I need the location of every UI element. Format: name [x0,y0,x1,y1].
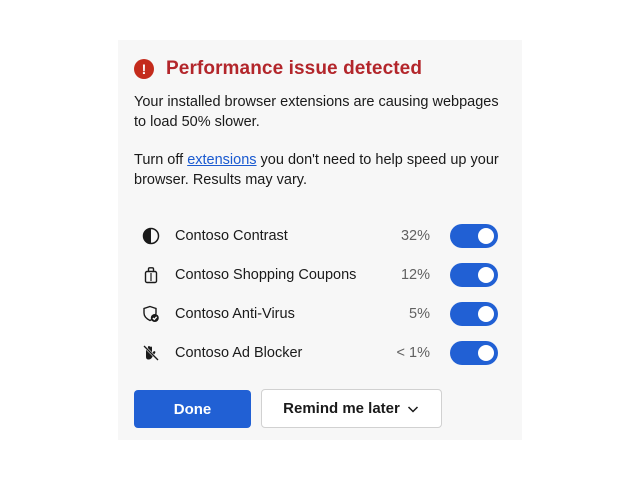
toggle-knob [478,227,494,244]
toggle-knob [478,266,494,283]
extension-impact: 32% [400,227,430,244]
performance-alert-panel: ! Performance issue detected Your instal… [118,40,522,440]
extension-impact: 12% [400,266,430,283]
extension-impact: 5% [409,305,430,322]
contrast-icon [141,226,161,246]
toggle-knob [478,344,494,361]
extension-toggle[interactable] [450,223,498,248]
remind-me-later-button[interactable]: Remind me later [261,389,442,428]
done-button[interactable]: Done [134,390,251,428]
extension-toggle[interactable] [450,262,498,287]
extension-impact: < 1% [396,344,430,361]
toggle-knob [478,305,494,322]
extension-toggle[interactable] [450,340,498,365]
extension-row-ad-blocker: Contoso Ad Blocker < 1% [134,333,506,372]
alert-description: Your installed browser extensions are ca… [134,94,499,130]
extension-row-contrast: Contoso Contrast 32% [134,216,506,255]
alert-title: Performance issue detected [166,58,423,79]
exclamation-circle-icon: ! [134,59,154,79]
advice-prefix: Turn off [134,152,188,168]
alert-advice: Turn off extensions you don't need to he… [134,150,514,190]
extensions-link[interactable]: extensions [187,152,256,168]
shopping-bag-icon [141,265,161,285]
shield-check-icon [141,304,161,324]
remind-label: Remind me later [283,400,400,417]
extension-toggle[interactable] [450,301,498,326]
extension-row-anti-virus: Contoso Anti-Virus 5% [134,294,506,333]
chevron-down-icon [406,402,420,416]
extension-row-shopping-coupons: Contoso Shopping Coupons 12% [134,255,506,294]
alert-header: ! Performance issue detected [134,58,422,80]
extension-list: Contoso Contrast 32% Contoso Shopping Co… [134,216,506,372]
hand-block-icon [141,343,161,363]
